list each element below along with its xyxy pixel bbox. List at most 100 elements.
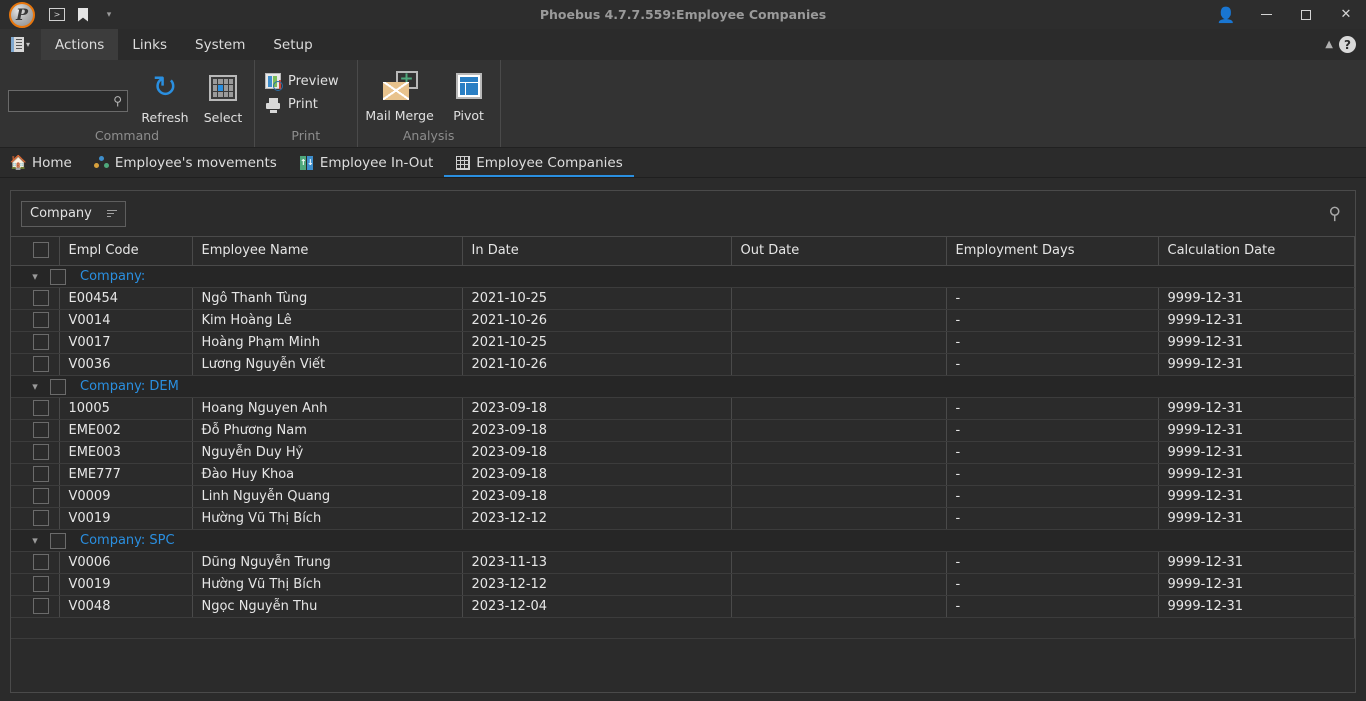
cell-calculation-date: 9999-12-31: [1158, 419, 1355, 442]
people-icon: [93, 155, 109, 170]
console-icon[interactable]: >: [44, 4, 70, 26]
group-select-checkbox[interactable]: [50, 268, 66, 285]
table-row[interactable]: V0019 Hường Vũ Thị Bích 2023-12-12 -9999-12…: [11, 573, 1355, 596]
table-row[interactable]: EME003 Nguyễn Duy Hỷ 2023-09-18 -9999-12-31: [11, 441, 1355, 464]
cell-empl-code: EME003: [59, 441, 193, 464]
chevron-down-icon[interactable]: ▾: [20, 376, 50, 397]
table-row[interactable]: EME777 Đào Huy Khoa 2023-09-18 -9999-12-31: [11, 463, 1355, 486]
collapse-ribbon-icon[interactable]: ▲: [1325, 39, 1333, 50]
group-header-row[interactable]: ▾ Company:: [11, 265, 1355, 288]
row-checkbox[interactable]: [33, 488, 49, 504]
cell-calculation-date: 9999-12-31: [1158, 287, 1355, 310]
column-header-empl-code[interactable]: Empl Code: [59, 237, 193, 266]
menu-item-links[interactable]: Links: [118, 29, 181, 60]
tab-home[interactable]: 🏠 Home: [0, 148, 83, 177]
title-bar: P > ▾ Phoebus 4.7.7.559:Employee Compani…: [0, 0, 1366, 29]
row-checkbox[interactable]: [33, 510, 49, 526]
column-header-employment-days[interactable]: Employment Days: [946, 237, 1159, 266]
column-header-in-date[interactable]: In Date: [462, 237, 732, 266]
table-row[interactable]: V0019 Hường Vũ Thị Bích 2023-12-12 -9999-12…: [11, 507, 1355, 530]
cell-in-date: 2023-09-18: [462, 397, 732, 420]
ribbon-search-input[interactable]: ⚲: [8, 90, 128, 112]
cell-employee-name: Hường Vũ Thị Bích: [192, 573, 463, 596]
menu-item-setup[interactable]: Setup: [259, 29, 326, 60]
minimize-button[interactable]: [1246, 0, 1286, 29]
row-checkbox[interactable]: [33, 466, 49, 482]
row-checkbox[interactable]: [33, 400, 49, 416]
group-by-chip-company[interactable]: Company: [21, 200, 126, 227]
row-checkbox[interactable]: [33, 444, 49, 460]
table-row[interactable]: V0036 Lương Nguyễn Viết 2021-10-26 -9999-12…: [11, 353, 1355, 376]
row-checkbox[interactable]: [33, 312, 49, 328]
row-checkbox[interactable]: [33, 554, 49, 570]
table-row[interactable]: V0048 Ngọc Nguyễn Thu 2023-12-04 -9999-12-3…: [11, 595, 1355, 618]
row-checkbox[interactable]: [33, 598, 49, 614]
print-button[interactable]: Print: [263, 94, 347, 115]
row-checkbox[interactable]: [33, 356, 49, 372]
cell-employment-days: -: [946, 551, 1159, 574]
row-checkbox[interactable]: [33, 576, 49, 592]
table-row[interactable]: EME002 Đỗ Phương Nam 2023-09-18 -9999-12-31: [11, 419, 1355, 442]
tab-employee-companies[interactable]: Employee Companies: [444, 148, 635, 177]
group-header-row[interactable]: ▾ Company: DEM: [11, 375, 1355, 398]
table-row[interactable]: V0009 Linh Nguyễn Quang 2023-09-18 -9999-12…: [11, 485, 1355, 508]
data-grid[interactable]: Empl Code Employee Name In Date Out Date…: [11, 237, 1355, 692]
file-menu-button[interactable]: ▾: [0, 29, 41, 60]
column-header-calculation-date[interactable]: Calculation Date: [1158, 237, 1355, 266]
cell-calculation-date: 9999-12-31: [1158, 441, 1355, 464]
maximize-button[interactable]: [1286, 0, 1326, 29]
group-header-row[interactable]: ▾ Company: SPC: [11, 529, 1355, 552]
close-button[interactable]: ✕: [1326, 0, 1366, 29]
cell-empl-code: EME002: [59, 419, 193, 442]
table-header-row: Empl Code Employee Name In Date Out Date…: [11, 237, 1355, 266]
cell-in-date: 2021-10-25: [462, 287, 732, 310]
table-row[interactable]: 10005 Hoang Nguyen Anh 2023-09-18 -9999-12-…: [11, 397, 1355, 420]
menu-item-actions[interactable]: Actions: [41, 29, 119, 60]
group-select-checkbox[interactable]: [50, 378, 66, 395]
cell-out-date: [731, 331, 947, 354]
column-header-out-date[interactable]: Out Date: [731, 237, 947, 266]
preview-button[interactable]: Preview: [263, 70, 347, 92]
printer-icon: [265, 97, 281, 112]
cell-employee-name: Linh Nguyễn Quang: [192, 485, 463, 508]
chevron-down-icon[interactable]: ▾: [20, 530, 50, 551]
cell-employment-days: -: [946, 485, 1159, 508]
group-select-checkbox[interactable]: [50, 532, 66, 549]
ribbon-group-label-command: Command: [94, 128, 160, 143]
help-button[interactable]: ?: [1339, 36, 1356, 53]
select-button[interactable]: Select: [194, 66, 252, 125]
column-header-employee-name[interactable]: Employee Name: [192, 237, 463, 266]
sort-icon[interactable]: [107, 209, 117, 218]
chevron-down-icon[interactable]: ▾: [20, 266, 50, 287]
tab-employee-in-out[interactable]: ↑ ↓ Employee In-Out: [288, 148, 444, 177]
mail-merge-button[interactable]: + Mail Merge: [360, 64, 440, 124]
menu-item-system[interactable]: System: [181, 29, 259, 60]
phoebus-logo-icon: P: [9, 1, 35, 28]
table-row[interactable]: V0006 Dũng Nguyễn Trung 2023-11-13 -9999-12…: [11, 551, 1355, 574]
row-select-cell: [11, 595, 60, 618]
row-checkbox[interactable]: [33, 290, 49, 306]
cell-empl-code: V0019: [59, 507, 193, 530]
row-checkbox[interactable]: [33, 422, 49, 438]
customize-caret-icon[interactable]: ▾: [96, 4, 122, 26]
pivot-button[interactable]: Pivot: [440, 64, 498, 123]
employee-companies-table: Empl Code Employee Name In Date Out Date…: [11, 237, 1355, 639]
cell-in-date: 2023-09-18: [462, 485, 732, 508]
user-icon[interactable]: 👤: [1206, 0, 1246, 29]
bookmark-icon[interactable]: [70, 4, 96, 26]
tab-employees-movements[interactable]: Employee's movements: [83, 148, 288, 177]
row-checkbox[interactable]: [33, 334, 49, 350]
table-row[interactable]: V0017 Hoàng Phạm Minh 2021-10-25 -9999-12-3…: [11, 331, 1355, 354]
search-icon[interactable]: ⚲: [1329, 204, 1345, 224]
cell-empl-code: V0017: [59, 331, 193, 354]
cell-empl-code: E00454: [59, 287, 193, 310]
cell-out-date: [731, 287, 947, 310]
select-all-checkbox[interactable]: [33, 242, 49, 258]
cell-calculation-date: 9999-12-31: [1158, 463, 1355, 486]
refresh-button[interactable]: ↻ Refresh: [136, 66, 194, 126]
table-row[interactable]: V0014 Kim Hoàng Lê 2021-10-26 -9999-12-31: [11, 309, 1355, 332]
cell-calculation-date: 9999-12-31: [1158, 353, 1355, 376]
select-all-header[interactable]: [11, 237, 60, 266]
table-row[interactable]: E00454 Ngô Thanh Tùng 2021-10-25 -9999-12-3…: [11, 287, 1355, 310]
row-select-cell: [11, 419, 60, 442]
